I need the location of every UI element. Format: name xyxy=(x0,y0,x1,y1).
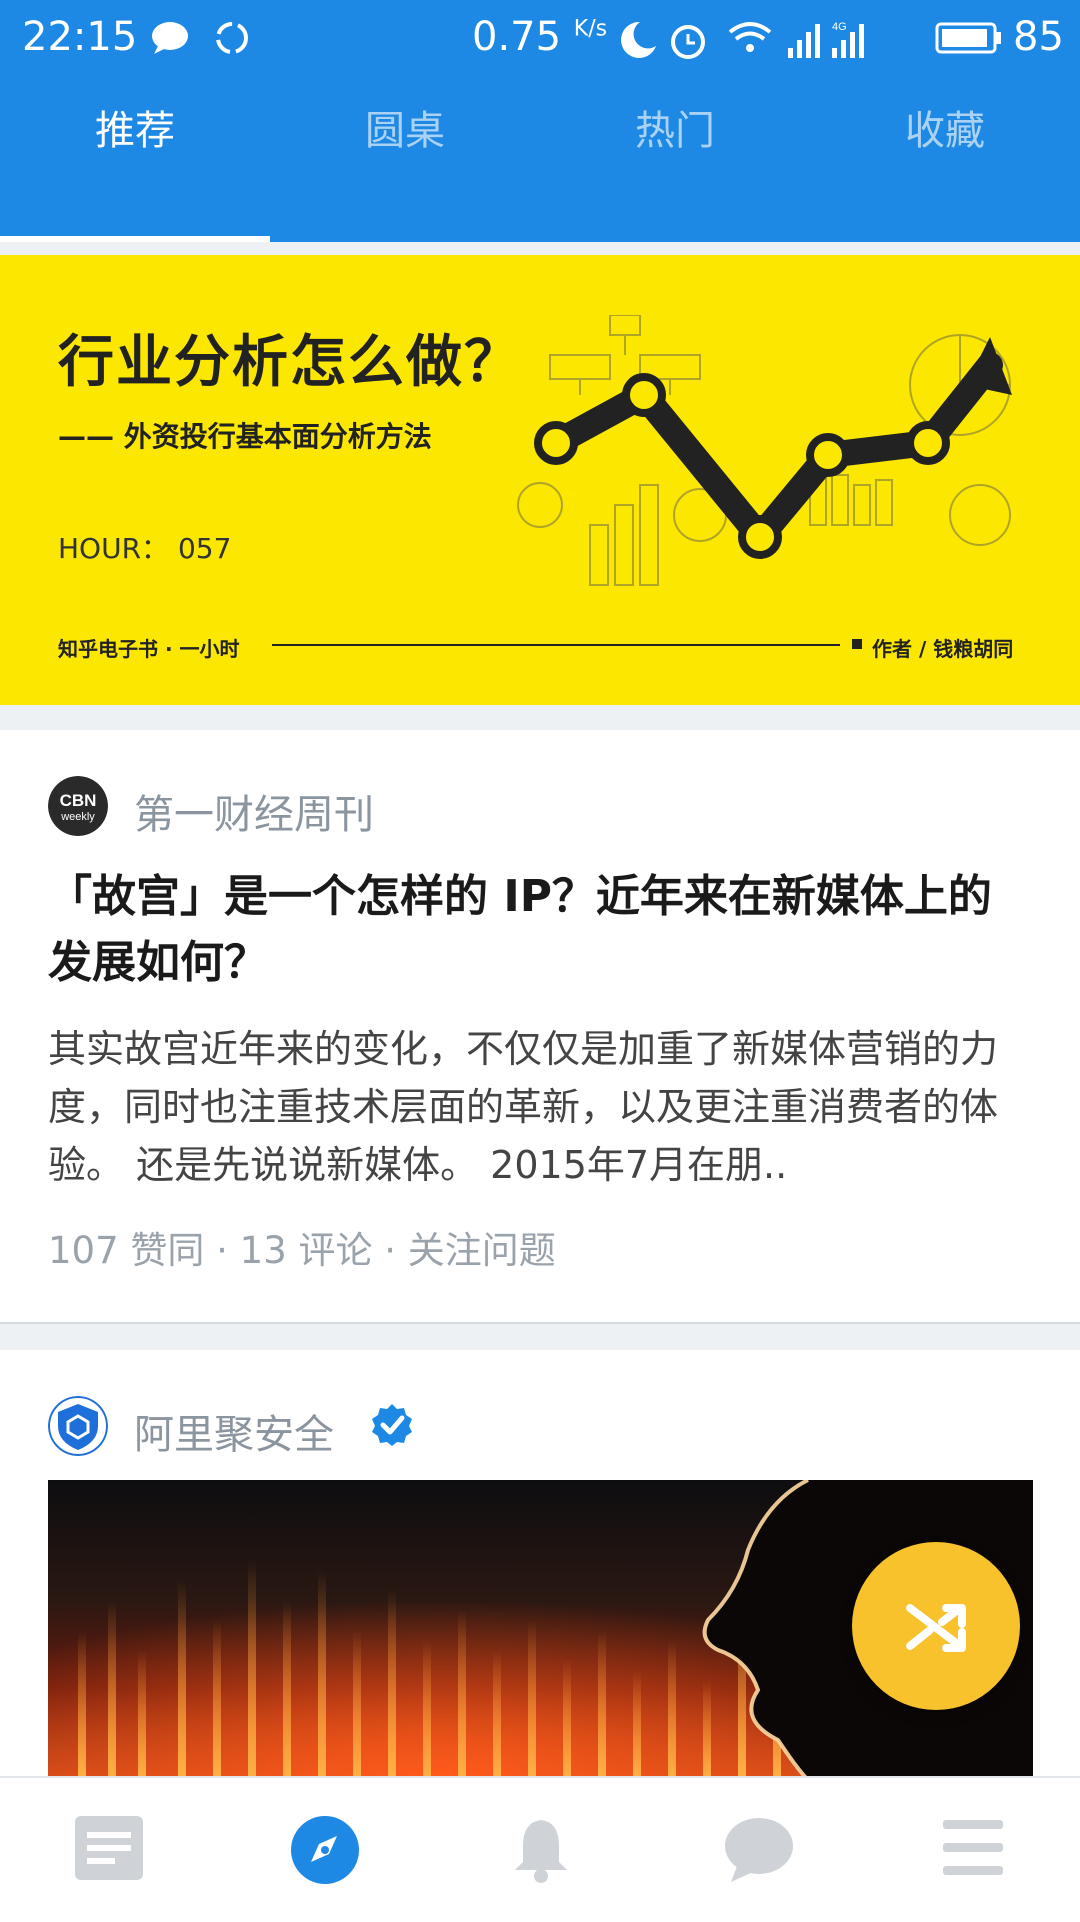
tab-favorites[interactable]: 收藏 xyxy=(810,100,1080,242)
top-tabs: 推荐 圆桌 热门 收藏 xyxy=(0,100,1080,242)
battery-percent: 85 xyxy=(1013,14,1064,60)
answer-meta: 107 赞同 · 13 评论 · 关注问题 xyxy=(48,1229,556,1272)
explore-compass-icon xyxy=(291,1816,359,1884)
shuffle-icon xyxy=(906,1604,966,1652)
verified-badge-icon xyxy=(372,1404,412,1446)
tab-indicator xyxy=(0,236,270,242)
battery-icon xyxy=(935,22,1001,54)
feed-icon xyxy=(75,1816,143,1880)
network-speed: 0.75 K/s xyxy=(472,14,607,60)
banner-footer-left: 知乎电子书 · 一小时 xyxy=(58,637,240,661)
signal-4g-icon: 4G xyxy=(832,21,864,58)
nav-feed[interactable] xyxy=(0,1778,216,1922)
nav-notifications[interactable] xyxy=(432,1778,648,1922)
svg-text:weekly: weekly xyxy=(60,811,95,823)
banner-title: 行业分析怎么做？ xyxy=(58,330,522,395)
tab-roundtable[interactable]: 圆桌 xyxy=(270,100,540,242)
tab-hot[interactable]: 热门 xyxy=(540,100,810,242)
status-icons: 4G xyxy=(621,21,864,59)
speed-value: 0.75 xyxy=(472,14,562,60)
banner-hour: HOUR： 057 xyxy=(58,532,232,565)
nav-explore[interactable] xyxy=(216,1778,432,1922)
nav-menu[interactable] xyxy=(864,1778,1080,1922)
menu-icon xyxy=(943,1820,1003,1875)
promo-banner[interactable]: 行业分析怎么做？ —— 外资投行基本面分析方法 HOUR： 057 知乎电子书 … xyxy=(0,255,1080,705)
shield-logo-icon xyxy=(48,1396,108,1456)
signal-icon xyxy=(788,24,820,58)
speed-unit: K/s xyxy=(573,16,608,42)
notification-bell-icon xyxy=(515,1820,567,1883)
alarm-icon xyxy=(671,25,705,59)
feed-card[interactable]: CBN weekly 第一财经周刊 「故宫」是一个怎样的 IP？近年来在新媒体上… xyxy=(0,730,1080,1324)
author-name: 第一财经周刊 xyxy=(134,792,374,838)
message-bubble-icon xyxy=(725,1818,793,1882)
message-icon xyxy=(152,22,188,54)
answer-excerpt[interactable]: 其实故宫近年来的变化，不仅仅是加重了新媒体营销的力度，同时也注重技术层面的革新，… xyxy=(48,1020,1033,1194)
banner-subtitle: —— 外资投行基本面分析方法 xyxy=(58,420,432,453)
nav-messages[interactable] xyxy=(648,1778,864,1922)
banner-chart-illustration xyxy=(517,315,1012,586)
wifi-icon xyxy=(728,22,772,52)
svg-text:4G: 4G xyxy=(832,21,847,33)
question-title[interactable]: 「故宫」是一个怎样的 IP？近年来在新媒体上的发展如何？ xyxy=(48,864,1028,996)
shuffle-fab-button[interactable] xyxy=(852,1542,1020,1710)
author-name: 阿里聚安全 xyxy=(134,1412,334,1458)
svg-text:CBN: CBN xyxy=(60,791,97,810)
status-bar: 22:15 0.75 K/s 4G 85 xyxy=(0,0,1080,80)
tab-recommend[interactable]: 推荐 xyxy=(0,100,270,242)
app-header: 22:15 0.75 K/s 4G 85 推荐 圆桌 热门 收藏 xyxy=(0,0,1080,242)
avatar: CBN weekly xyxy=(48,776,108,836)
sync-icon xyxy=(216,22,248,54)
bottom-navigation xyxy=(0,1776,1080,1922)
status-time: 22:15 xyxy=(22,14,138,60)
moon-icon xyxy=(621,21,656,58)
